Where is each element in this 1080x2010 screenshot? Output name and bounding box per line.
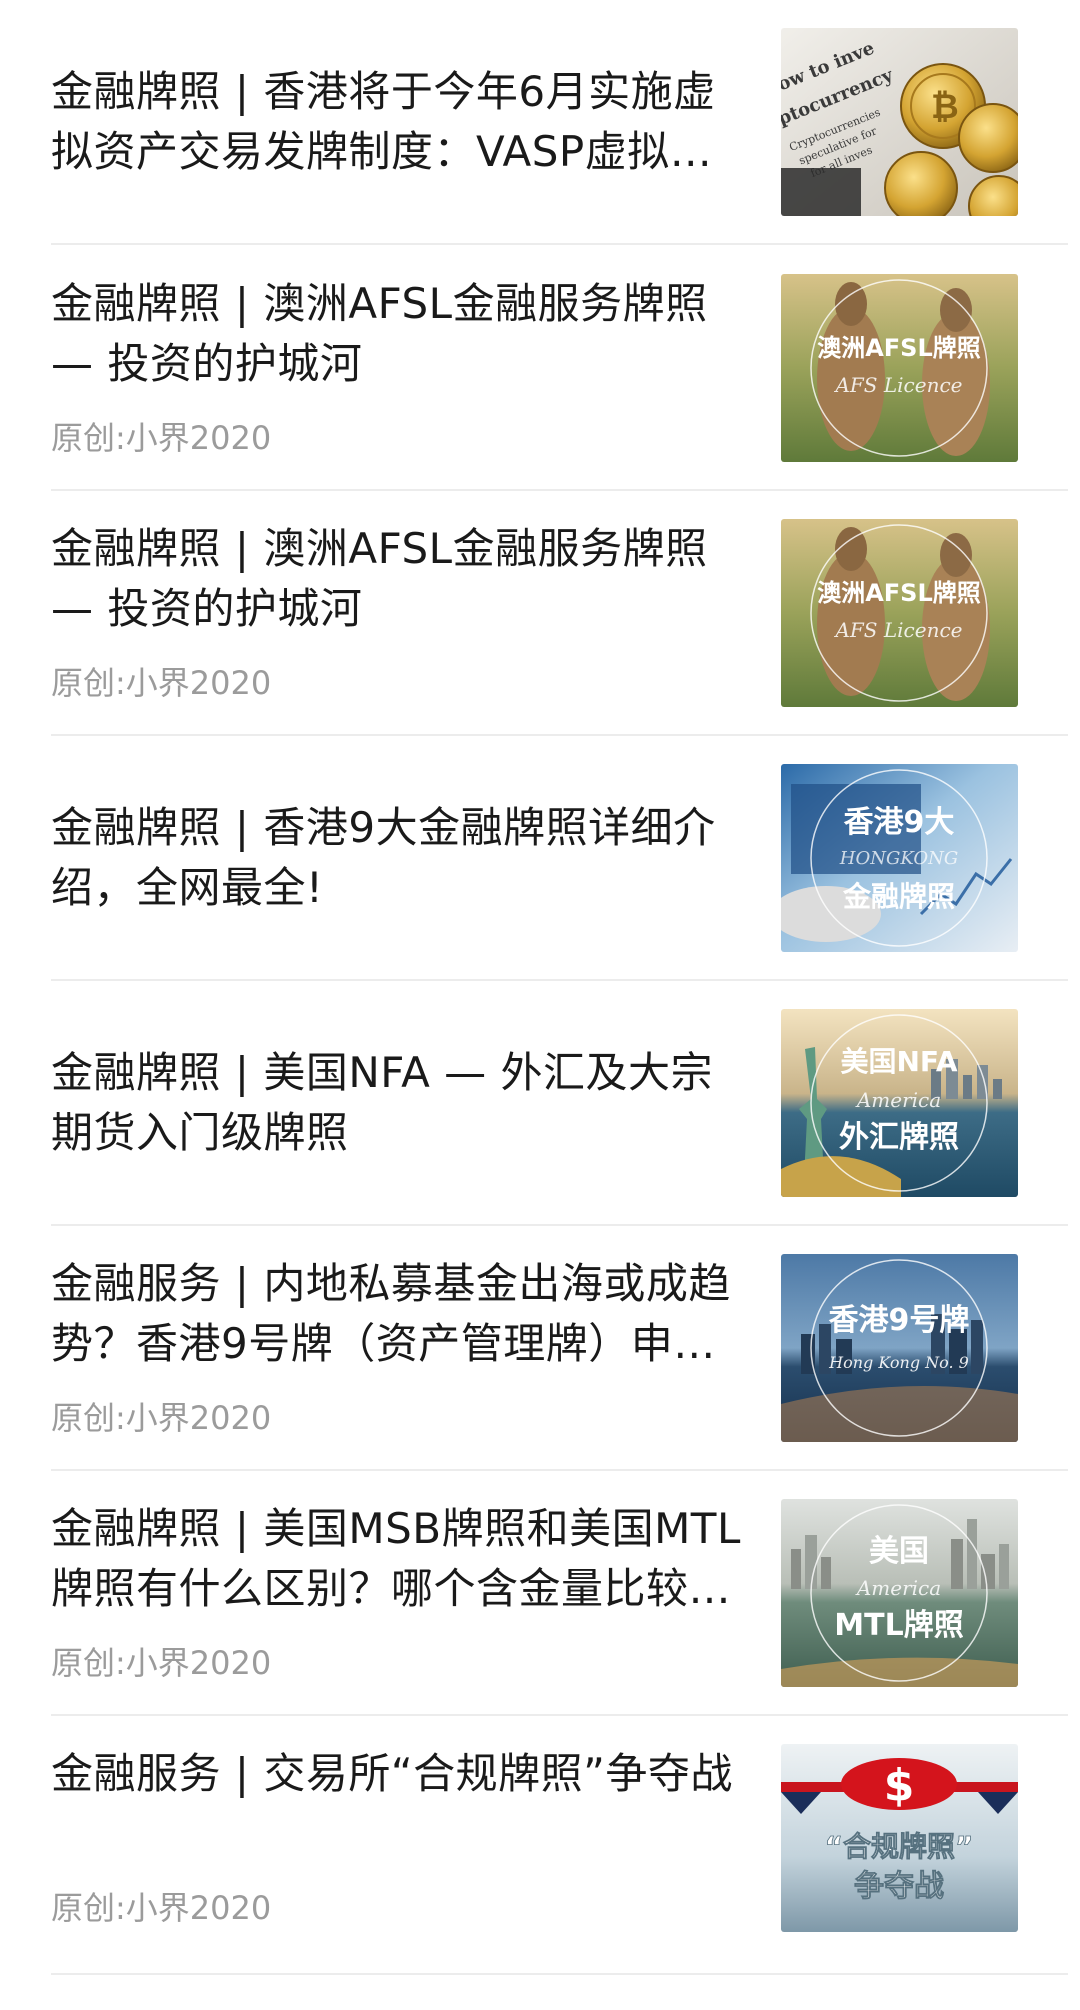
- thumb-label-2: 争夺战: [854, 1869, 944, 1904]
- article-list: 金融牌照 | 香港将于今年6月实施虚拟资产交易发牌制度：VASP虚拟资…: [0, 0, 1080, 2010]
- statue-of-liberty-image[interactable]: 美国NFA America 外汇牌照: [781, 1009, 1018, 1197]
- divider: [51, 243, 1068, 245]
- list-item[interactable]: 金融服务 | 内地私募基金出海或成趋势？香港9号牌（资产管理牌）申… 原创:小界…: [0, 1226, 1080, 1471]
- thumb-sublabel: AFS Licence: [833, 373, 962, 397]
- list-item[interactable]: 金融牌照 | 美国NFA — 外汇及大宗期货入门级牌照 美国NFA Americ…: [0, 981, 1080, 1226]
- thumb-label-2: MTL牌照: [834, 1608, 963, 1643]
- crypto-coins-image[interactable]: how to inve yptocurrency Cryptocurrencie…: [781, 28, 1018, 216]
- thumb-label: 澳洲AFSL牌照: [817, 334, 981, 362]
- article-title[interactable]: 金融牌照 | 美国MSB牌照和美国MTL牌照有什么区别？哪个含金量比较…: [51, 1499, 751, 1619]
- thumb-sublabel: America: [855, 1088, 941, 1112]
- svg-text:$: $: [884, 1760, 915, 1811]
- thumb-label: 澳洲AFSL牌照: [817, 579, 981, 607]
- divider: [51, 1973, 1068, 1975]
- article-author: 原创:小界2020: [51, 419, 272, 457]
- list-item[interactable]: 金融牌照 | 香港9大金融牌照详细介绍，全网最全! 香港9大 HONGKONG: [0, 736, 1080, 981]
- list-item[interactable]: 金融服务 | 交易所“合规牌照”争夺战 原创:小界2020 $ “合规牌照” 争…: [0, 1716, 1080, 1976]
- article-author: 原创:小界2020: [51, 664, 272, 702]
- dollar-ribbon-image[interactable]: $ “合规牌照” 争夺战: [781, 1744, 1018, 1932]
- list-item[interactable]: 金融牌照 | 香港将于今年6月实施虚拟资产交易发牌制度：VASP虚拟资…: [0, 0, 1080, 246]
- thumb-label: 香港9号牌: [829, 1303, 970, 1338]
- article-author: 原创:小界2020: [51, 1644, 272, 1682]
- article-author: 原创:小界2020: [51, 1399, 272, 1437]
- thumb-label: 美国: [869, 1534, 929, 1569]
- new-york-skyline-image[interactable]: 美国 America MTL牌照: [781, 1499, 1018, 1687]
- thumb-label-2: 外汇牌照: [839, 1120, 959, 1155]
- list-item[interactable]: 金融牌照 | 美国MSB牌照和美国MTL牌照有什么区别？哪个含金量比较… 原创:…: [0, 1471, 1080, 1716]
- kangaroo-image[interactable]: 澳洲AFSL牌照 AFS Licence: [781, 274, 1018, 462]
- thumb-label: 香港9大: [844, 805, 955, 840]
- thumb-label-2: 金融牌照: [842, 880, 955, 913]
- article-title[interactable]: 金融牌照 | 澳洲AFSL金融服务牌照 — 投资的护城河: [51, 519, 751, 639]
- article-title[interactable]: 金融牌照 | 香港将于今年6月实施虚拟资产交易发牌制度：VASP虚拟资…: [51, 62, 751, 182]
- article-title[interactable]: 金融服务 | 交易所“合规牌照”争夺战: [51, 1744, 751, 1804]
- thumb-sublabel: America: [855, 1576, 941, 1600]
- hong-kong-skyline-image[interactable]: 香港9号牌 Hong Kong No. 9: [781, 1254, 1018, 1442]
- article-title[interactable]: 金融服务 | 内地私募基金出海或成趋势？香港9号牌（资产管理牌）申…: [51, 1254, 751, 1374]
- thumb-sublabel: AFS Licence: [833, 618, 962, 642]
- article-title[interactable]: 金融牌照 | 美国NFA — 外汇及大宗期货入门级牌照: [51, 1043, 751, 1163]
- list-item[interactable]: 金融牌照 | 澳洲AFSL金融服务牌照 — 投资的护城河 原创:小界2020 澳…: [0, 246, 1080, 491]
- thumb-sublabel: HONGKONG: [839, 848, 958, 869]
- article-title[interactable]: 金融牌照 | 澳洲AFSL金融服务牌照 — 投资的护城河: [51, 274, 751, 394]
- thumb-label: 美国NFA: [840, 1045, 957, 1078]
- article-author: 原创:小界2020: [51, 1889, 272, 1927]
- thumb-sublabel: Hong Kong No. 9: [828, 1353, 969, 1372]
- laptop-chart-image[interactable]: 香港9大 HONGKONG 金融牌照: [781, 764, 1018, 952]
- article-title[interactable]: 金融牌照 | 香港9大金融牌照详细介绍，全网最全!: [51, 798, 751, 918]
- list-item[interactable]: 金融牌照 | 澳洲AFSL金融服务牌照 — 投资的护城河 原创:小界2020 澳…: [0, 491, 1080, 736]
- thumb-label: “合规牌照”: [825, 1830, 974, 1863]
- svg-text:₿: ₿: [931, 87, 959, 127]
- kangaroo-image[interactable]: 澳洲AFSL牌照 AFS Licence: [781, 519, 1018, 707]
